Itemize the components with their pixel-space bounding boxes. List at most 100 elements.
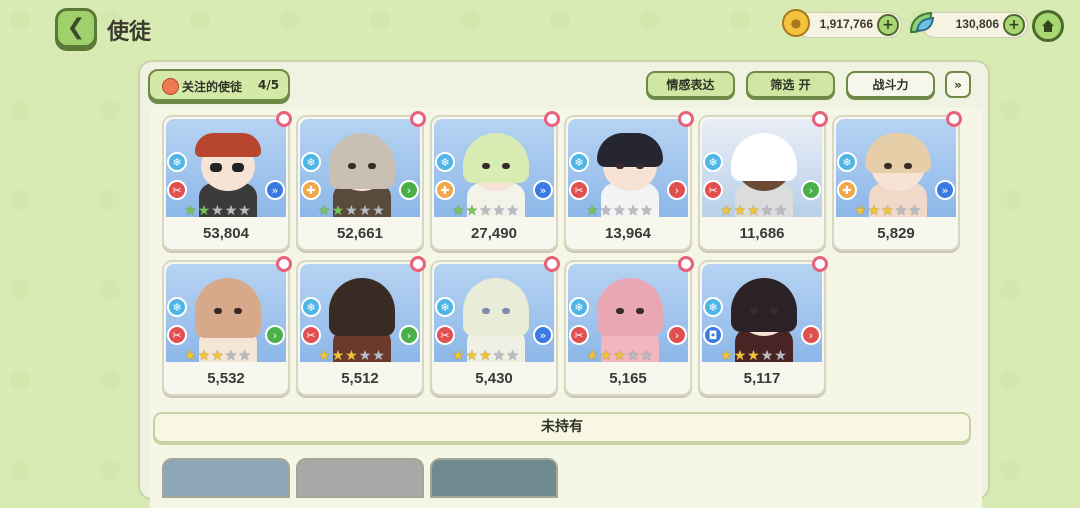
leaf-amount: 130,806	[955, 17, 999, 31]
star-empty-icon: ★	[224, 348, 238, 364]
combat-power: 5,165	[609, 370, 647, 387]
star-filled-icon: ★	[318, 348, 331, 364]
star-filled-icon: ★	[318, 203, 331, 219]
star-empty-icon: ★	[211, 203, 224, 219]
role-icon: »	[265, 180, 285, 200]
flower-icon	[276, 111, 292, 127]
star-empty-icon: ★	[760, 348, 774, 364]
combat-power: 5,829	[877, 225, 915, 242]
star-rating: ★ ★ ★ ★ ★	[854, 203, 938, 219]
role-icon: »	[935, 180, 955, 200]
home-button[interactable]	[1032, 10, 1064, 42]
star-filled-icon: ★	[465, 203, 479, 219]
emotion-button[interactable]: 情感表达	[646, 71, 735, 98]
star-rating: ★ ★ ★ ★ ★	[318, 203, 402, 219]
flower-icon	[544, 111, 560, 127]
star-filled-icon: ★	[331, 348, 345, 364]
unowned-apostle-card[interactable]	[162, 458, 290, 498]
element-icon: ❄	[301, 152, 321, 172]
apostle-card[interactable]: ❄ ✂ › ★ ★ ★ ★ ★ 5,532	[162, 256, 292, 396]
apostle-card[interactable]: ❄ ✚ › ★ ★ ★ ★ ★ 52,661	[296, 111, 426, 251]
class-icon: ✂	[301, 325, 321, 345]
star-filled-icon: ★	[452, 348, 465, 364]
back-button[interactable]: ❮	[55, 8, 97, 48]
star-empty-icon: ★	[908, 203, 921, 219]
star-empty-icon: ★	[358, 348, 372, 364]
role-icon: ›	[801, 325, 821, 345]
apostle-card[interactable]: ❄ ✂ » ★ ★ ★ ★ ★ 53,804	[162, 111, 292, 251]
flower-icon	[276, 256, 292, 272]
apostle-card[interactable]: ❄ ✚ » ★ ★ ★ ★ ★ 27,490	[430, 111, 560, 251]
leaf-resource: 130,806 +	[922, 12, 1028, 38]
expand-icon[interactable]: »	[945, 71, 971, 98]
apostle-card[interactable]: ❄ ✂ › ★ ★ ★ ★ ★ 5,512	[296, 256, 426, 396]
star-empty-icon: ★	[774, 203, 787, 219]
star-empty-icon: ★	[506, 203, 519, 219]
star-rating: ★ ★ ★ ★ ★	[720, 348, 804, 364]
apostle-card[interactable]: ❄ ✚ » ★ ★ ★ ★ ★ 5,829	[832, 111, 962, 251]
apostle-card[interactable]: ❄ ✂ › ★ ★ ★ ★ ★ 5,165	[564, 256, 694, 396]
star-filled-icon: ★	[733, 203, 747, 219]
element-icon: ❄	[837, 152, 857, 172]
add-gold-button[interactable]: +	[877, 14, 899, 36]
favorites-toggle[interactable]: 关注的使徒 4/5	[148, 69, 290, 101]
role-icon: ›	[399, 325, 419, 345]
filter-button[interactable]: 筛选 开	[746, 71, 835, 98]
role-icon: ›	[667, 325, 687, 345]
star-filled-icon: ★	[747, 348, 760, 364]
star-filled-icon: ★	[720, 348, 733, 364]
unowned-section-header[interactable]: 未持有	[153, 412, 971, 443]
star-filled-icon: ★	[331, 203, 345, 219]
sort-button[interactable]: 战斗力	[846, 71, 935, 98]
star-empty-icon: ★	[626, 348, 640, 364]
element-icon: ❄	[703, 297, 723, 317]
star-filled-icon: ★	[747, 203, 760, 219]
star-empty-icon: ★	[345, 203, 358, 219]
unowned-apostle-card[interactable]	[296, 458, 424, 498]
star-filled-icon: ★	[211, 348, 224, 364]
flower-icon	[946, 111, 962, 127]
gold-amount: 1,917,766	[819, 17, 873, 31]
star-rating: ★ ★ ★ ★ ★	[586, 203, 670, 219]
apostle-card[interactable]: ❄ ✂ › ★ ★ ★ ★ ★ 11,686	[698, 111, 828, 251]
element-icon: ❄	[167, 152, 187, 172]
star-filled-icon: ★	[720, 203, 733, 219]
combat-power: 27,490	[471, 225, 517, 242]
role-icon: ›	[667, 180, 687, 200]
star-empty-icon: ★	[894, 203, 908, 219]
combat-power: 52,661	[337, 225, 383, 242]
star-filled-icon: ★	[867, 203, 881, 219]
leaf-icon	[909, 11, 935, 34]
element-icon: ❄	[435, 297, 455, 317]
star-filled-icon: ★	[184, 203, 197, 219]
star-rating: ★ ★ ★ ★ ★	[184, 348, 268, 364]
add-leaf-button[interactable]: +	[1003, 14, 1025, 36]
class-icon: ✚	[837, 180, 857, 200]
star-filled-icon: ★	[197, 348, 211, 364]
flower-icon	[544, 256, 560, 272]
flower-icon	[410, 256, 426, 272]
favorites-label: 关注的使徒	[182, 80, 243, 94]
apostle-card[interactable]: ❄ ◘ › ★ ★ ★ ★ ★ 5,117	[698, 256, 828, 396]
star-filled-icon: ★	[599, 348, 613, 364]
page-title: 使徒	[107, 20, 152, 45]
chevron-left-icon: ❮	[66, 15, 86, 40]
flower-icon	[812, 256, 828, 272]
class-icon: ✂	[167, 325, 187, 345]
star-rating: ★ ★ ★ ★ ★	[452, 348, 536, 364]
apostle-card[interactable]: ❄ ✂ › ★ ★ ★ ★ ★ 13,964	[564, 111, 694, 251]
star-empty-icon: ★	[238, 203, 251, 219]
star-empty-icon: ★	[358, 203, 372, 219]
star-filled-icon: ★	[197, 203, 211, 219]
star-filled-icon: ★	[452, 203, 465, 219]
combat-power: 5,512	[341, 370, 379, 387]
star-empty-icon: ★	[492, 348, 506, 364]
apostle-card[interactable]: ❄ ✂ » ★ ★ ★ ★ ★ 5,430	[430, 256, 560, 396]
unowned-apostle-card[interactable]	[430, 458, 558, 498]
class-icon: ✚	[301, 180, 321, 200]
star-empty-icon: ★	[372, 348, 385, 364]
combat-power: 5,117	[743, 370, 781, 387]
flower-icon	[410, 111, 426, 127]
star-rating: ★ ★ ★ ★ ★	[184, 203, 268, 219]
combat-power: 5,532	[207, 370, 245, 387]
